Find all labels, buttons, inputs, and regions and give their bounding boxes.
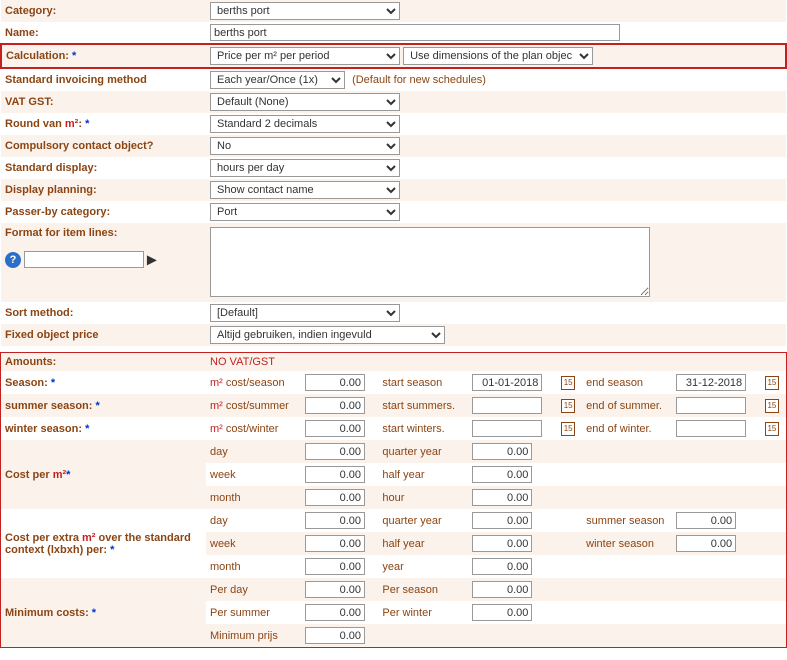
- ce-day[interactable]: [305, 512, 365, 529]
- cpm-hour[interactable]: [472, 489, 532, 506]
- passer-label: Passer-by category:: [1, 201, 206, 223]
- invoicing-note: (Default for new schedules): [348, 74, 486, 86]
- minimum-label: Minimum costs: *: [1, 578, 206, 647]
- costperm2-label: Cost per m²*: [1, 440, 206, 509]
- ce-year[interactable]: [472, 558, 532, 575]
- round-select[interactable]: Standard 2 decimals: [210, 115, 400, 133]
- min-day[interactable]: [305, 581, 365, 598]
- amounts-note: NO VAT/GST: [206, 353, 786, 371]
- end-summer-input[interactable]: [676, 397, 746, 414]
- stddisplay-label: Standard display:: [1, 157, 206, 179]
- category-select[interactable]: berths port: [210, 2, 400, 20]
- ce-quarter[interactable]: [472, 512, 532, 529]
- fixed-select[interactable]: Altijd gebruiken, indien ingevuld: [210, 326, 445, 344]
- cpm-quarter[interactable]: [472, 443, 532, 460]
- season-unit: cost/season: [226, 377, 285, 389]
- dispplan-select[interactable]: Show contact name: [210, 181, 400, 199]
- start-winter-label: start winters.: [378, 417, 468, 440]
- ce-week[interactable]: [305, 535, 365, 552]
- sort-label: Sort method:: [1, 302, 206, 324]
- start-season-input[interactable]: [472, 374, 542, 391]
- category-label: Category:: [1, 0, 206, 22]
- end-season-input[interactable]: [676, 374, 746, 391]
- help-icon[interactable]: ?: [5, 252, 21, 268]
- arrow-icon[interactable]: ▶: [147, 253, 156, 267]
- round-label: Round van m²: *: [1, 113, 206, 135]
- end-winter-input[interactable]: [676, 420, 746, 437]
- cpm-day[interactable]: [305, 443, 365, 460]
- dispplan-label: Display planning:: [1, 179, 206, 201]
- calendar-icon[interactable]: 15: [561, 422, 575, 436]
- name-label: Name:: [1, 22, 206, 44]
- costextra-label: Cost per extra m² over the standard cont…: [1, 509, 206, 578]
- compulsory-select[interactable]: No: [210, 137, 400, 155]
- winter-label: winter season: *: [1, 417, 206, 440]
- start-winter-input[interactable]: [472, 420, 542, 437]
- ce-month[interactable]: [305, 558, 365, 575]
- cpm-half[interactable]: [472, 466, 532, 483]
- min-season[interactable]: [472, 581, 532, 598]
- calendar-icon[interactable]: 15: [561, 376, 575, 390]
- vat-select[interactable]: Default (None): [210, 93, 400, 111]
- ce-winter[interactable]: [676, 535, 736, 552]
- start-season-label: start season: [378, 371, 468, 394]
- calendar-icon[interactable]: 15: [765, 422, 779, 436]
- cpm-month[interactable]: [305, 489, 365, 506]
- amounts-label: Amounts:: [1, 353, 206, 371]
- calculation-label: Calculation: *: [1, 44, 206, 68]
- min-summer[interactable]: [305, 604, 365, 621]
- name-input[interactable]: [210, 24, 620, 41]
- cpm-week[interactable]: [305, 466, 365, 483]
- format-input[interactable]: [24, 251, 144, 268]
- start-summer-label: start summers.: [378, 394, 468, 417]
- format-textarea[interactable]: [210, 227, 650, 297]
- format-label: Format for item lines: ? ▶: [1, 223, 206, 302]
- invoicing-label: Standard invoicing method: [1, 68, 206, 91]
- compulsory-label: Compulsory contact object?: [1, 135, 206, 157]
- summer-label: summer season: *: [1, 394, 206, 417]
- calendar-icon[interactable]: 15: [561, 399, 575, 413]
- start-summer-input[interactable]: [472, 397, 542, 414]
- stddisplay-select[interactable]: hours per day: [210, 159, 400, 177]
- min-winter[interactable]: [472, 604, 532, 621]
- passer-select[interactable]: Port: [210, 203, 400, 221]
- invoicing-select[interactable]: Each year/Once (1x): [210, 71, 345, 89]
- end-season-label: end season: [582, 371, 672, 394]
- end-summer-label: end of summer.: [582, 394, 672, 417]
- vat-label: VAT GST:: [1, 91, 206, 113]
- calendar-icon[interactable]: 15: [765, 399, 779, 413]
- calendar-icon[interactable]: 15: [765, 376, 779, 390]
- min-price[interactable]: [305, 627, 365, 644]
- fixed-label: Fixed object price: [1, 324, 206, 346]
- ce-half[interactable]: [472, 535, 532, 552]
- summer-cost-input[interactable]: [305, 397, 365, 414]
- sort-select[interactable]: [Default]: [210, 304, 400, 322]
- winter-cost-input[interactable]: [305, 420, 365, 437]
- calculation-select-1[interactable]: Price per m² per period: [210, 47, 400, 65]
- season-cost-input[interactable]: [305, 374, 365, 391]
- end-winter-label: end of winter.: [582, 417, 672, 440]
- ce-summer[interactable]: [676, 512, 736, 529]
- calculation-select-2[interactable]: Use dimensions of the plan objec: [403, 47, 593, 65]
- season-label: Season: *: [1, 371, 206, 394]
